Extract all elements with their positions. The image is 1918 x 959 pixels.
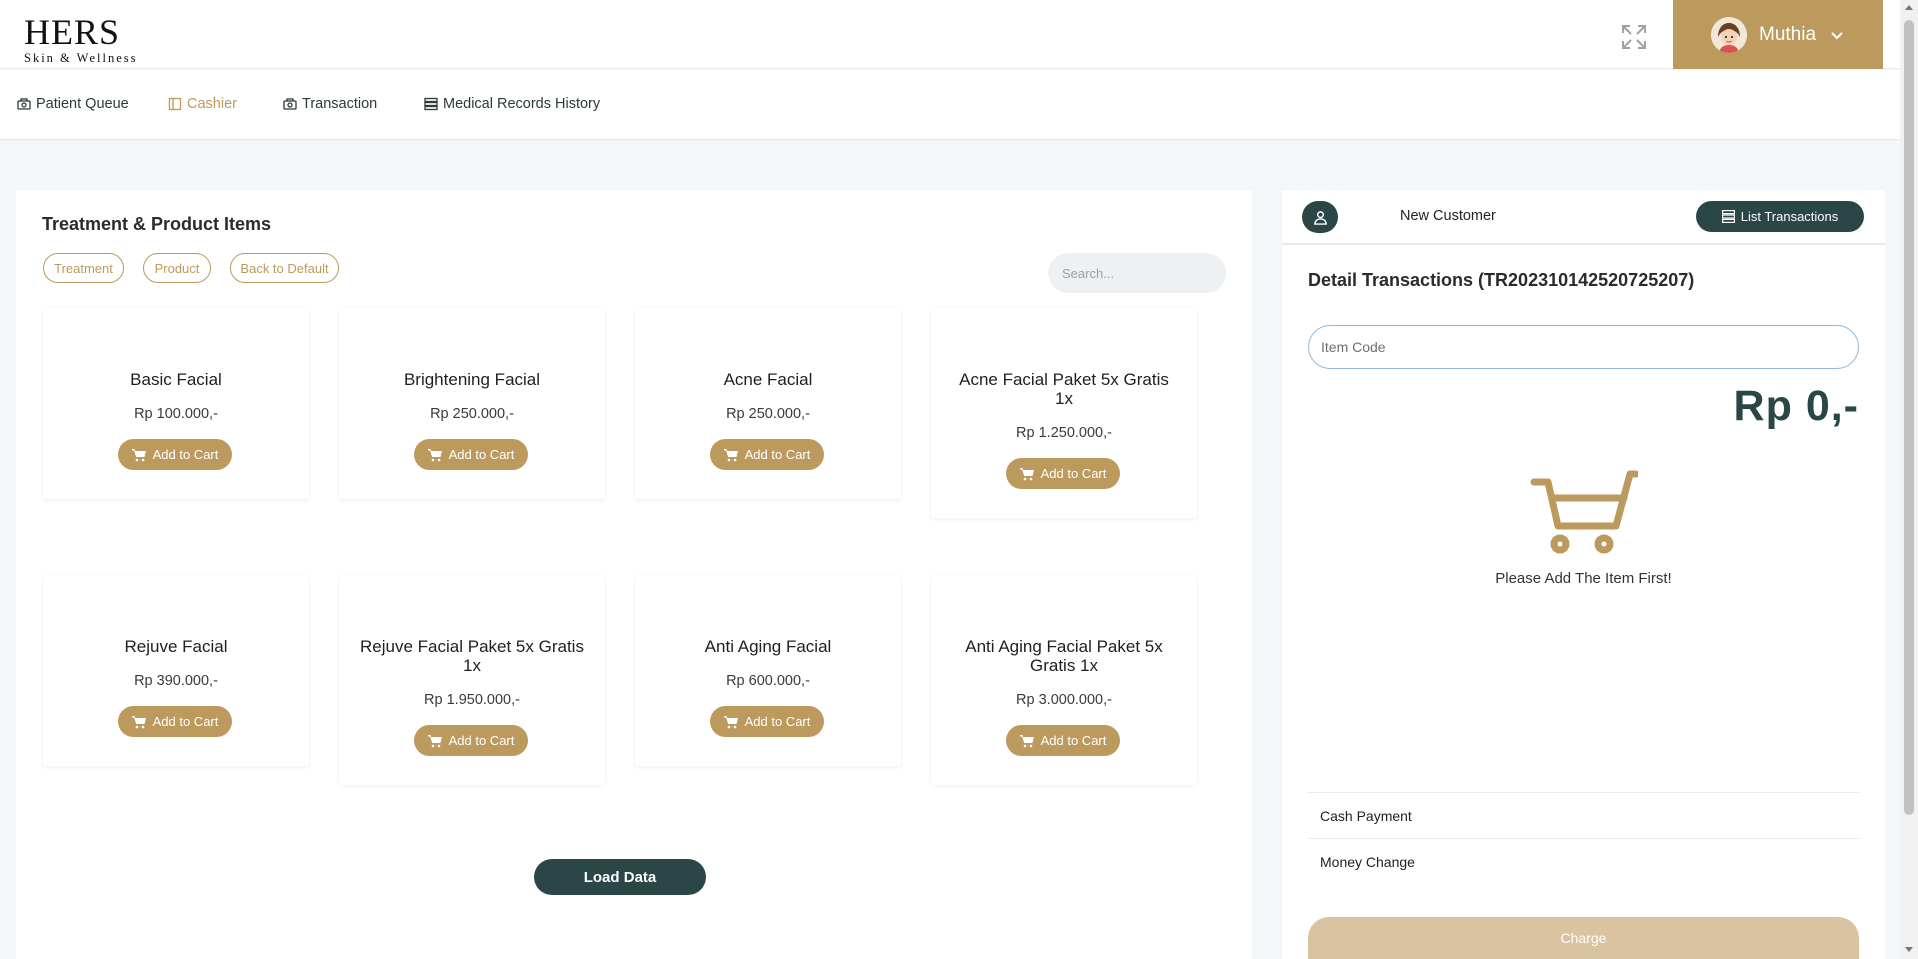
nav-transaction[interactable]: Transaction xyxy=(283,96,377,112)
product-name: Rejuve Facial Paket 5x Gratis 1x xyxy=(360,637,584,675)
cart-icon xyxy=(427,448,442,461)
add-to-cart-button[interactable]: Add to Cart xyxy=(1006,458,1120,489)
filter-product-button[interactable]: Product xyxy=(143,253,211,283)
product-name: Rejuve Facial xyxy=(124,637,228,656)
cashier-icon xyxy=(168,97,182,111)
expand-icon[interactable] xyxy=(1620,23,1648,51)
money-change-row: Money Change xyxy=(1308,838,1859,884)
product-card: Rejuve Facial Rp 390.000,- Add to Cart xyxy=(43,575,309,766)
money-change-label: Money Change xyxy=(1320,853,1415,870)
add-to-cart-button[interactable]: Add to Cart xyxy=(710,439,824,470)
cart-icon xyxy=(723,715,738,728)
nav-cashier[interactable]: Cashier xyxy=(168,96,237,112)
product-price: Rp 390.000,- xyxy=(134,673,218,689)
user-icon xyxy=(1313,210,1327,225)
user-name: Muthia xyxy=(1759,23,1817,45)
add-to-cart-button[interactable]: Add to Cart xyxy=(414,725,528,756)
nav-label: Medical Records History xyxy=(443,96,601,112)
add-to-cart-label: Add to Cart xyxy=(744,714,811,729)
product-name: Anti Aging Facial Paket 5x Gratis 1x xyxy=(965,637,1163,675)
add-to-cart-button[interactable]: Add to Cart xyxy=(118,439,232,470)
records-icon xyxy=(424,97,438,111)
load-data-button[interactable]: Load Data xyxy=(534,859,706,895)
transaction-icon xyxy=(283,98,297,110)
cart-icon xyxy=(723,448,738,461)
cash-payment-row[interactable]: Cash Payment xyxy=(1308,792,1859,838)
transaction-header: New Customer List Transactions xyxy=(1282,190,1885,245)
product-price: Rp 1.950.000,- xyxy=(424,692,520,708)
search-input[interactable] xyxy=(1048,253,1226,293)
cart-icon xyxy=(131,448,146,461)
add-to-cart-button[interactable]: Add to Cart xyxy=(1006,725,1120,756)
cash-payment-label: Cash Payment xyxy=(1320,807,1412,824)
add-to-cart-button[interactable]: Add to Cart xyxy=(414,439,528,470)
empty-cart-icon xyxy=(1530,470,1638,554)
add-to-cart-label: Add to Cart xyxy=(152,714,219,729)
product-name: Brightening Facial xyxy=(403,370,541,389)
empty-cart-message: Please Add The Item First! xyxy=(1495,570,1672,587)
product-card: Acne Facial Paket 5x Gratis 1x Rp 1.250.… xyxy=(931,308,1197,518)
product-name: Acne Facial Paket 5x Gratis 1x xyxy=(959,370,1169,408)
add-to-cart-label: Add to Cart xyxy=(1040,733,1107,748)
product-card: Anti Aging Facial Rp 600.000,- Add to Ca… xyxy=(635,575,901,766)
nav-label: Cashier xyxy=(187,96,237,112)
add-to-cart-button[interactable]: Add to Cart xyxy=(118,706,232,737)
cart-icon xyxy=(427,734,442,747)
nav-label: Transaction xyxy=(302,96,378,112)
product-card: Anti Aging Facial Paket 5x Gratis 1x Rp … xyxy=(931,575,1197,785)
product-price: Rp 1.250.000,- xyxy=(1016,425,1112,441)
product-card: Basic Facial Rp 100.000,- Add to Cart xyxy=(43,308,309,499)
charge-button[interactable]: Charge xyxy=(1308,917,1859,959)
scroll-up-arrow[interactable] xyxy=(1905,5,1913,10)
product-price: Rp 250.000,- xyxy=(430,406,514,422)
add-to-cart-label: Add to Cart xyxy=(448,447,515,462)
brand-logo[interactable]: HERS Skin & Wellness xyxy=(24,14,138,65)
brand-name: HERS xyxy=(24,12,121,52)
product-card: Acne Facial Rp 250.000,- Add to Cart xyxy=(635,308,901,499)
customer-button[interactable] xyxy=(1302,201,1338,233)
chevron-down-icon xyxy=(1831,31,1843,39)
brand-tagline: Skin & Wellness xyxy=(24,51,138,65)
product-name: Basic Facial xyxy=(130,370,222,389)
avatar xyxy=(1711,16,1747,53)
item-code-input[interactable] xyxy=(1308,325,1859,369)
filter-treatment-button[interactable]: Treatment xyxy=(43,253,124,283)
total-amount: Rp 0,- xyxy=(1733,382,1859,430)
product-name: Acne Facial xyxy=(723,370,813,389)
list-icon xyxy=(1721,210,1735,223)
nav-patient-queue[interactable]: Patient Queue xyxy=(17,96,129,112)
catalog-title: Treatment & Product Items xyxy=(42,214,272,234)
add-to-cart-label: Add to Cart xyxy=(152,447,219,462)
add-to-cart-label: Add to Cart xyxy=(448,733,515,748)
new-customer-label[interactable]: New Customer xyxy=(1400,208,1496,224)
scroll-thumb[interactable] xyxy=(1904,20,1914,815)
scroll-down-arrow[interactable] xyxy=(1905,947,1913,952)
product-card: Rejuve Facial Paket 5x Gratis 1x Rp 1.95… xyxy=(339,575,605,785)
transaction-panel: New Customer List Transactions Detail Tr… xyxy=(1282,190,1885,959)
cart-icon xyxy=(1019,467,1034,480)
product-price: Rp 3.000.000,- xyxy=(1016,692,1112,708)
add-to-cart-button[interactable]: Add to Cart xyxy=(710,706,824,737)
cart-icon xyxy=(1019,734,1034,747)
list-transactions-button[interactable]: List Transactions xyxy=(1696,201,1864,232)
detail-transactions-title: Detail Transactions (TR20231014252072520… xyxy=(1308,270,1695,290)
top-header: HERS Skin & Wellness Muthia xyxy=(0,0,1900,69)
page-scrollbar[interactable] xyxy=(1900,0,1918,959)
nav-label: Patient Queue xyxy=(36,96,129,112)
list-transactions-label: List Transactions xyxy=(1740,209,1839,224)
product-price: Rp 100.000,- xyxy=(134,406,218,422)
add-to-cart-label: Add to Cart xyxy=(1040,466,1107,481)
product-card: Brightening Facial Rp 250.000,- Add to C… xyxy=(339,308,605,499)
product-name: Anti Aging Facial xyxy=(704,637,832,656)
nav-medical-records-history[interactable]: Medical Records History xyxy=(424,96,600,112)
queue-icon xyxy=(17,98,31,110)
product-price: Rp 600.000,- xyxy=(726,673,810,689)
user-menu[interactable]: Muthia xyxy=(1673,0,1883,69)
catalog-panel: Treatment & Product Items Treatment Prod… xyxy=(16,190,1252,959)
back-to-default-button[interactable]: Back to Default xyxy=(230,253,339,283)
cart-icon xyxy=(131,715,146,728)
add-to-cart-label: Add to Cart xyxy=(744,447,811,462)
product-price: Rp 250.000,- xyxy=(726,406,810,422)
main-nav: Patient Queue Cashier Transaction Medica… xyxy=(0,70,1900,140)
